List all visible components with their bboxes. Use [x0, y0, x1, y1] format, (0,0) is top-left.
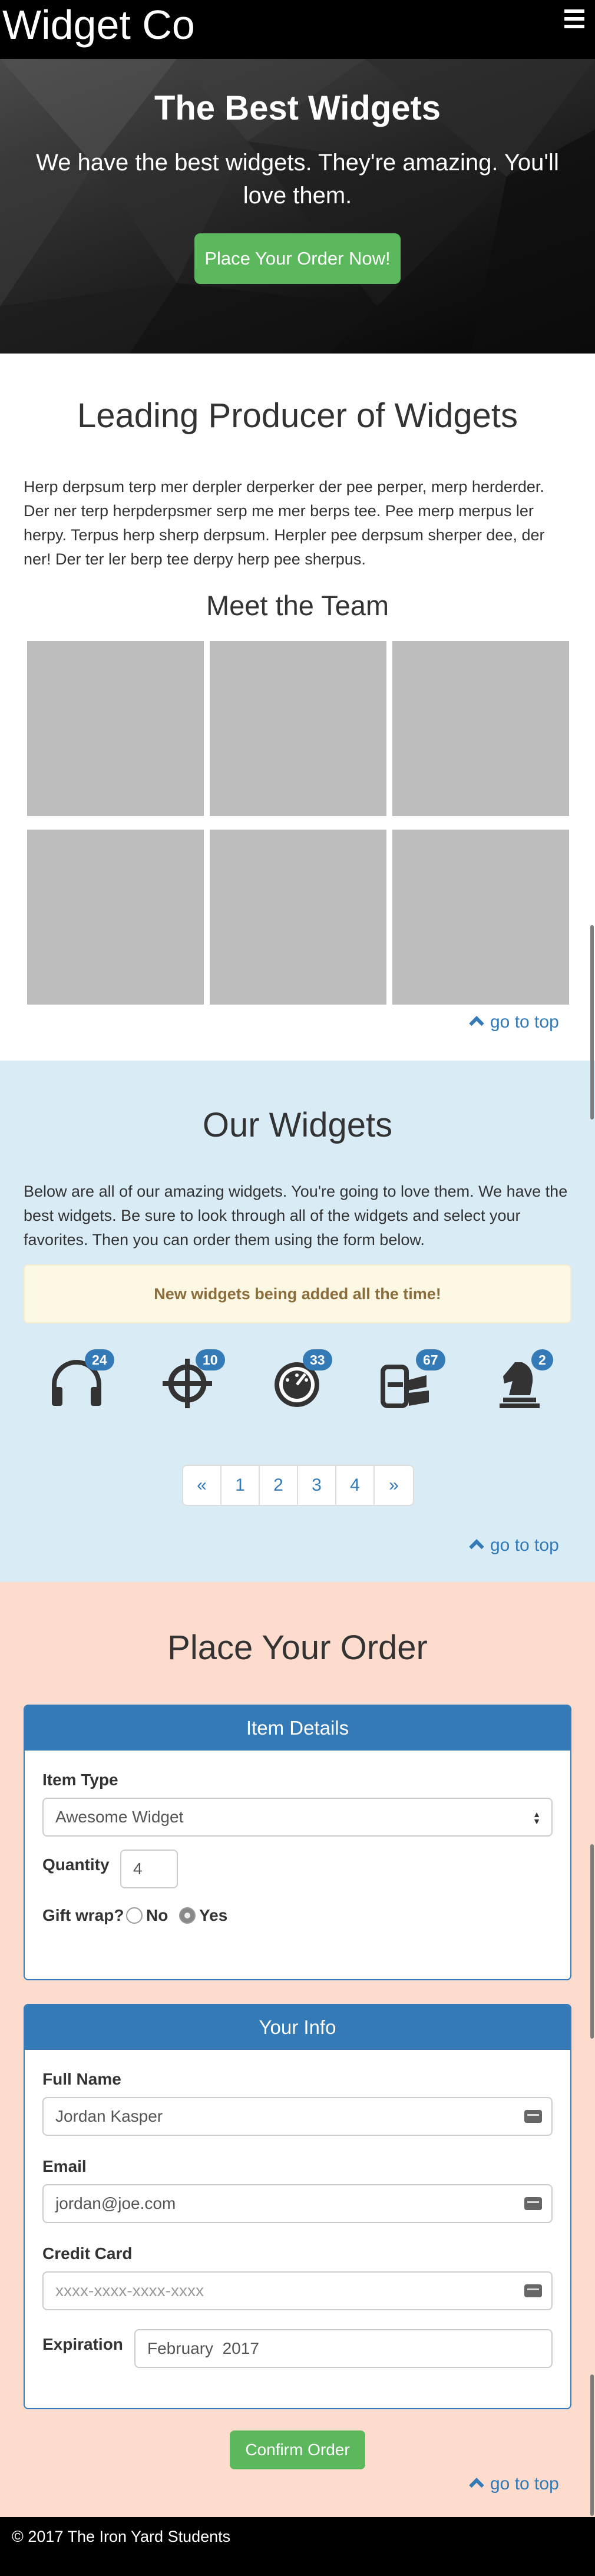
footer: © 2017 The Iron Yard Students	[0, 2517, 595, 2576]
team-member-photo	[27, 830, 204, 1005]
expiration-field[interactable]: February 2017	[134, 2329, 553, 2368]
chevron-up-icon	[469, 2478, 484, 2493]
scrollbar-thumb[interactable]	[590, 925, 594, 1119]
widget-item[interactable]: 24	[48, 1349, 114, 1408]
hamburger-menu-icon[interactable]	[564, 9, 584, 28]
hero-subtitle: We have the best widgets. They're amazin…	[36, 150, 559, 209]
select-arrows-icon: ▲ ▼	[533, 1809, 541, 1826]
hero-section: The Best Widgets We have the best widget…	[0, 59, 595, 354]
gift-wrap-no-label: No	[146, 1906, 168, 1924]
widget-count-badge: 10	[196, 1349, 225, 1370]
gift-wrap-yes-radio[interactable]	[179, 1907, 196, 1924]
gift-wrap-no-radio[interactable]	[126, 1907, 143, 1924]
widgets-text: Below are all of our amazing widgets. Yo…	[24, 1183, 568, 1249]
widgets-alert: New widgets being added all the time!	[24, 1264, 571, 1323]
widget-item[interactable]: 2	[491, 1349, 553, 1408]
quantity-label: Quantity	[42, 1855, 110, 1874]
chevron-up-icon	[469, 1016, 484, 1031]
top-navbar: Widget Co	[0, 0, 595, 59]
pagination-prev[interactable]: «	[183, 1466, 222, 1505]
full-name-label: Full Name	[42, 2070, 121, 2088]
widget-count-badge: 67	[416, 1349, 445, 1370]
full-name-value: Jordan Kasper	[55, 2107, 163, 2125]
go-to-top-label: go to top	[490, 2474, 559, 2494]
widget-count-badge: 24	[85, 1349, 114, 1370]
leading-text: Herp derpsum terp mer derpler derperker …	[24, 478, 545, 568]
widget-item[interactable]: 33	[270, 1349, 332, 1408]
chevron-up-icon	[469, 1539, 484, 1554]
leading-title: Leading Producer of Widgets	[77, 397, 518, 435]
hero-title: The Best Widgets	[154, 89, 441, 127]
pagination-page-3[interactable]: 3	[298, 1466, 336, 1505]
page-scrollbar[interactable]	[589, 0, 595, 2517]
credit-card-label: Credit Card	[42, 2244, 133, 2263]
widgets-pagination: « 1 2 3 4 »	[182, 1465, 414, 1506]
autofill-icon	[524, 2110, 542, 2123]
widget-count-badge: 2	[531, 1349, 553, 1370]
item-details-panel: Item Details Item Type Awesome Widget ▲ ▼…	[24, 1705, 571, 1980]
team-member-photo	[210, 830, 386, 1005]
gift-wrap-yes-label: Yes	[199, 1906, 228, 1924]
pagination-page-2[interactable]: 2	[260, 1466, 298, 1505]
team-member-photo	[392, 641, 569, 816]
pagination-next[interactable]: »	[375, 1466, 413, 1505]
footer-copyright: © 2017 The Iron Yard Students	[12, 2528, 231, 2545]
go-to-top-link[interactable]: go to top	[469, 1535, 559, 1555]
item-type-select[interactable]: Awesome Widget ▲ ▼	[42, 1798, 553, 1837]
credit-card-field[interactable]: xxxx-xxxx-xxxx-xxxx	[42, 2271, 553, 2310]
pagination-page-1[interactable]: 1	[222, 1466, 260, 1505]
widget-count-badge: 33	[303, 1349, 332, 1370]
item-details-header: Item Details	[25, 1706, 570, 1751]
widgets-section: Our Widgets Below are all of our amazing…	[0, 1061, 595, 1582]
item-type-label: Item Type	[42, 1771, 118, 1789]
go-to-top-link[interactable]: go to top	[469, 2474, 559, 2494]
your-info-header: Your Info	[25, 2005, 570, 2050]
email-label: Email	[42, 2157, 87, 2175]
go-to-top-label: go to top	[490, 1535, 559, 1555]
email-value: jordan@joe.com	[55, 2194, 176, 2212]
confirm-order-button[interactable]: Confirm Order	[230, 2430, 365, 2469]
widgets-title: Our Widgets	[202, 1106, 393, 1144]
credit-card-placeholder: xxxx-xxxx-xxxx-xxxx	[55, 2281, 204, 2300]
expiration-label: Expiration	[42, 2335, 123, 2353]
go-to-top-label: go to top	[490, 1012, 559, 1032]
scrollbar-thumb[interactable]	[590, 2374, 594, 2516]
order-title: Place Your Order	[167, 1629, 428, 1667]
order-section: Place Your Order Item Details Item Type …	[0, 1582, 595, 2517]
go-to-top-link[interactable]: go to top	[469, 1012, 559, 1032]
place-order-now-button[interactable]: Place Your Order Now!	[194, 233, 401, 284]
team-member-photo	[392, 830, 569, 1005]
your-info-panel: Your Info Full Name Jordan Kasper Email …	[24, 2004, 571, 2409]
item-type-value: Awesome Widget	[55, 1808, 184, 1826]
email-field[interactable]: jordan@joe.com	[42, 2184, 553, 2223]
team-member-photo	[27, 641, 204, 816]
widget-item[interactable]: 67	[379, 1349, 445, 1408]
gift-wrap-label: Gift wrap?	[42, 1906, 124, 1924]
pagination-page-4[interactable]: 4	[336, 1466, 375, 1505]
team-title: Meet the Team	[206, 590, 389, 621]
widget-item[interactable]: 10	[159, 1349, 225, 1408]
autofill-icon	[524, 2197, 542, 2210]
autofill-icon	[524, 2284, 542, 2297]
scrollbar-thumb[interactable]	[590, 1844, 594, 2039]
quantity-input[interactable]: 4	[120, 1850, 178, 1888]
team-member-photo	[210, 641, 386, 816]
brand-logo[interactable]: Widget Co	[2, 0, 195, 52]
full-name-field[interactable]: Jordan Kasper	[42, 2097, 553, 2136]
